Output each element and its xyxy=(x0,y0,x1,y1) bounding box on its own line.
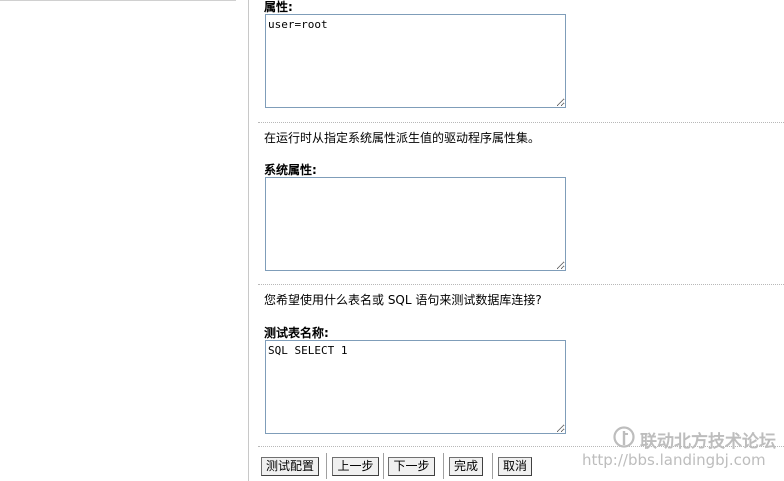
finish-button[interactable]: 完成 xyxy=(449,457,483,476)
button-divider xyxy=(383,453,384,479)
left-panel-divider xyxy=(0,0,236,1)
test-table-label: 测试表名称: xyxy=(264,326,329,340)
button-divider xyxy=(443,453,444,479)
watermark-url: http://bbs.landingbj.com xyxy=(582,451,766,469)
system-properties-label: 系统属性: xyxy=(264,163,317,177)
cancel-button[interactable]: 取消 xyxy=(498,457,532,476)
system-properties-textarea[interactable] xyxy=(265,177,566,271)
previous-button[interactable]: 上一步 xyxy=(332,457,379,476)
button-divider xyxy=(492,453,493,479)
forum-logo-icon xyxy=(613,426,635,448)
properties-textarea[interactable] xyxy=(265,14,566,108)
separator xyxy=(258,284,784,285)
separator xyxy=(258,122,784,123)
system-properties-hint: 在运行时从指定系统属性派生值的驱动程序属性集。 xyxy=(264,131,541,145)
left-navigation-panel xyxy=(0,0,249,481)
next-button[interactable]: 下一步 xyxy=(388,457,435,476)
forum-watermark: 联动北方技术论坛 http://bbs.landingbj.com xyxy=(582,421,782,477)
test-table-textarea[interactable] xyxy=(265,340,566,434)
test-configuration-button[interactable]: 测试配置 xyxy=(261,457,319,476)
wizard-form: 属性: 在运行时从指定系统属性派生值的驱动程序属性集。 系统属性: 您希望使用什… xyxy=(258,0,784,481)
properties-label: 属性: xyxy=(264,0,293,14)
test-hint: 您希望使用什么表名或 SQL 语句来测试数据库连接? xyxy=(264,293,542,307)
watermark-name: 联动北方技术论坛 xyxy=(640,432,776,452)
button-divider xyxy=(326,453,327,479)
